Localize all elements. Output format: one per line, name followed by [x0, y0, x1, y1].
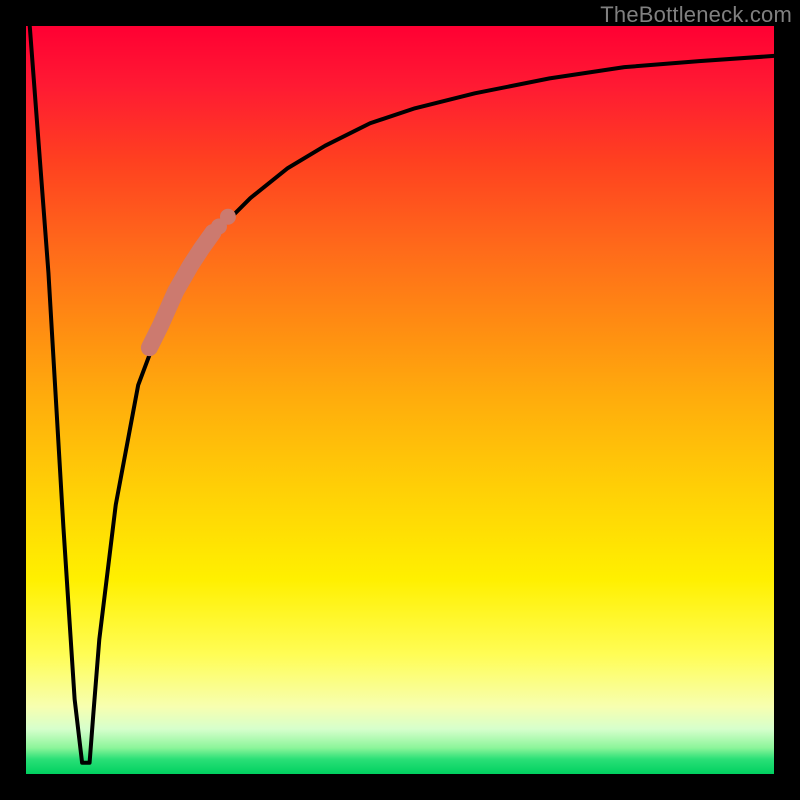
chart-frame: TheBottleneck.com — [0, 0, 800, 800]
highlight-segment-group — [149, 209, 236, 348]
watermark-text: TheBottleneck.com — [600, 2, 792, 28]
bottleneck-curve-path — [30, 26, 774, 763]
chart-svg — [26, 26, 774, 774]
highlight-thick-segment — [149, 232, 213, 347]
highlight-dot — [220, 209, 236, 225]
